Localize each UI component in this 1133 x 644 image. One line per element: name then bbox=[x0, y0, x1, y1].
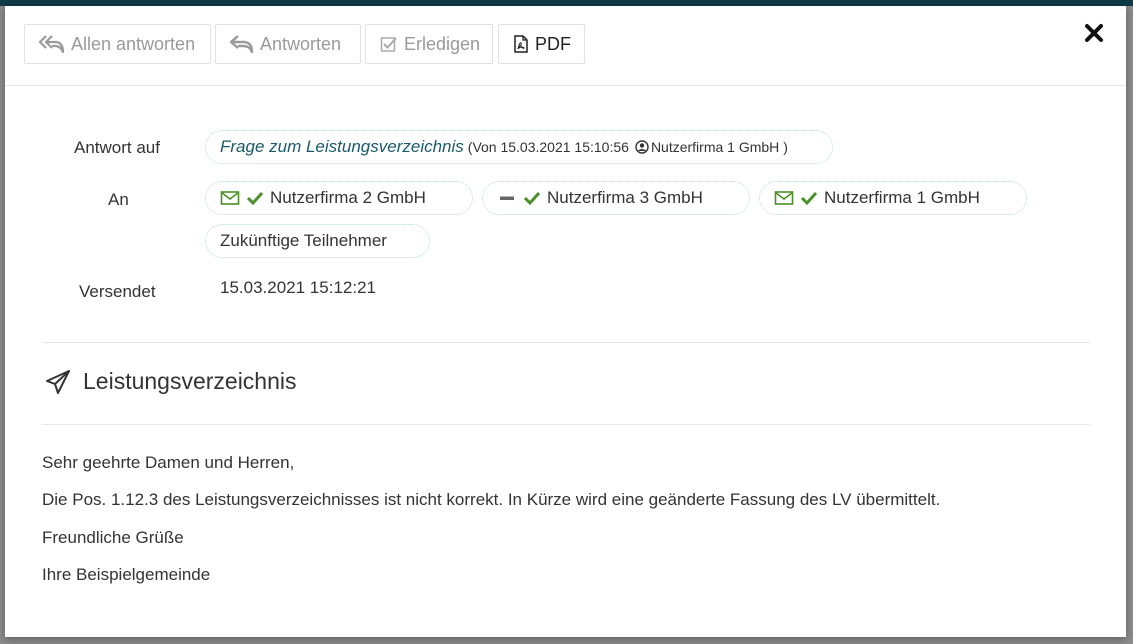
envelope-icon bbox=[220, 190, 240, 206]
message-body-line: Die Pos. 1.12.3 des Leistungsverzeichnis… bbox=[42, 490, 941, 509]
future-participants-pill: Zukünftige Teilnehmer bbox=[205, 224, 430, 258]
recipient-pill: Nutzerfirma 3 GmbH bbox=[482, 181, 750, 215]
check-icon bbox=[800, 190, 818, 206]
check-icon bbox=[246, 190, 264, 206]
sent-label: Versendet bbox=[79, 282, 156, 301]
message-modal: Allen antworten Antworten Erledigen PDF bbox=[5, 6, 1126, 637]
recipient-name: Nutzerfirma 2 GmbH bbox=[270, 188, 426, 207]
recipient-name: Nutzerfirma 3 GmbH bbox=[547, 188, 703, 207]
pdf-label: PDF bbox=[535, 33, 571, 54]
message-body-line: Sehr geehrte Damen und Herren, bbox=[42, 453, 295, 472]
reply-label: Antworten bbox=[260, 33, 342, 54]
done-button[interactable]: Erledigen bbox=[365, 24, 493, 64]
message-body-line: Freundliche Grüße bbox=[42, 528, 184, 547]
recipient-name: Nutzerfirma 1 GmbH bbox=[824, 188, 980, 207]
reply-to-meta: (Von 15.03.2021 15:10:56 Nutzerfirma 1 G… bbox=[468, 139, 788, 155]
reply-all-label: Allen antworten bbox=[71, 33, 196, 54]
done-label: Erledigen bbox=[404, 33, 481, 54]
recipient-pill: Nutzerfirma 2 GmbH bbox=[205, 181, 473, 215]
check-icon bbox=[523, 190, 541, 206]
divider bbox=[42, 424, 1090, 425]
reply-to-subject-link[interactable]: Frage zum Leistungsverzeichnis bbox=[220, 137, 464, 157]
reply-to-reference[interactable]: Frage zum Leistungsverzeichnis (Von 15.0… bbox=[205, 130, 833, 164]
message-subject: Leistungsverzeichnis bbox=[45, 368, 297, 395]
reply-icon bbox=[230, 35, 254, 53]
reply-button[interactable]: Antworten bbox=[215, 24, 361, 64]
reply-to-suffix: ) bbox=[783, 139, 788, 155]
close-button[interactable] bbox=[1082, 21, 1106, 45]
envelope-icon bbox=[774, 190, 794, 206]
minus-icon bbox=[497, 190, 517, 206]
divider bbox=[42, 342, 1090, 343]
sent-timestamp: 15.03.2021 15:12:21 bbox=[220, 278, 376, 297]
message-body-line: Ihre Beispielgemeinde bbox=[42, 565, 211, 584]
reply-to-timestamp: (Von 15.03.2021 15:10:56 bbox=[467, 139, 629, 155]
reply-to-sender: Nutzerfirma 1 GmbH bbox=[650, 139, 780, 155]
paper-plane-icon bbox=[46, 369, 70, 394]
recipient-pill: Nutzerfirma 1 GmbH bbox=[759, 181, 1027, 215]
user-circle-icon bbox=[635, 140, 649, 154]
modal-toolbar: Allen antworten Antworten Erledigen PDF bbox=[5, 6, 1126, 86]
close-icon bbox=[1085, 24, 1103, 42]
pdf-file-icon bbox=[514, 35, 528, 53]
reply-to-label: Antwort auf bbox=[74, 138, 160, 157]
reply-all-button[interactable]: Allen antworten bbox=[24, 24, 211, 64]
to-label: An bbox=[108, 190, 129, 209]
checkbox-icon bbox=[380, 37, 397, 52]
future-participants-label: Zukünftige Teilnehmer bbox=[220, 231, 387, 250]
pdf-button[interactable]: PDF bbox=[498, 24, 585, 64]
reply-all-icon bbox=[39, 35, 65, 53]
message-subject-text: Leistungsverzeichnis bbox=[83, 368, 297, 394]
